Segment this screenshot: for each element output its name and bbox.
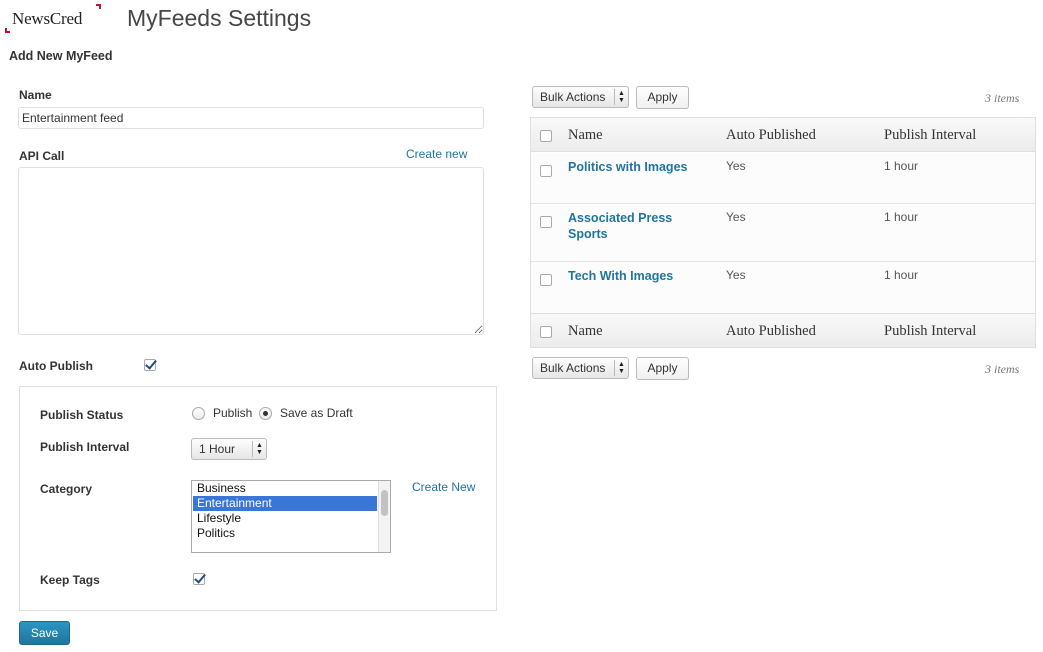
logo-text: NewsCred: [12, 9, 83, 28]
publish-interval-label: Publish Interval: [40, 440, 130, 454]
table-footer: Name Auto Published Publish Interval: [531, 313, 1035, 347]
apply-button-top[interactable]: Apply: [636, 86, 689, 109]
section-title: Add New MyFeed: [9, 49, 113, 63]
save-as-draft-label: Save as Draft: [280, 406, 353, 420]
items-count-bottom: 3 items: [985, 362, 1020, 376]
auto-published-value: Yes: [726, 268, 746, 282]
api-call-label: API Call: [19, 149, 65, 163]
save-as-draft-radio[interactable]: [259, 407, 272, 420]
table-header: Name Auto Published Publish Interval: [531, 118, 1035, 152]
publish-radio[interactable]: [192, 407, 205, 420]
select-all-checkbox[interactable]: [540, 130, 552, 142]
keep-tags-label: Keep Tags: [40, 573, 100, 587]
api-create-new-link[interactable]: Create new: [406, 147, 467, 161]
column-header-publish-interval[interactable]: Publish Interval: [884, 127, 976, 144]
publish-interval-value: 1 hour: [884, 210, 919, 224]
publish-interval-value: 1 Hour: [199, 442, 236, 456]
table-row: Associated Press Sports Yes 1 hour: [531, 204, 1035, 262]
row-checkbox[interactable]: [540, 216, 552, 228]
listbox-scrollbar[interactable]: [378, 481, 390, 552]
category-listbox[interactable]: Business Entertainment Lifestyle Politic…: [191, 480, 391, 553]
scrollbar-thumb[interactable]: [381, 490, 388, 516]
column-footer-publish-interval[interactable]: Publish Interval: [884, 323, 976, 340]
feed-name-link[interactable]: Politics with Images: [568, 159, 718, 175]
category-option-lifestyle[interactable]: Lifestyle: [193, 511, 377, 526]
select-arrows-icon: ▲ ▼: [252, 441, 266, 457]
select-all-checkbox-footer[interactable]: [540, 326, 552, 338]
newscred-logo: NewsCred: [5, 4, 105, 34]
auto-publish-checkbox[interactable]: [144, 359, 156, 371]
publish-status-label: Publish Status: [40, 408, 124, 422]
category-option-business[interactable]: Business: [193, 481, 377, 496]
auto-published-value: Yes: [726, 210, 746, 224]
row-checkbox[interactable]: [540, 165, 552, 177]
select-arrows-icon: ▲ ▼: [614, 360, 628, 376]
publish-interval-value: 1 hour: [884, 268, 919, 282]
feed-name-link[interactable]: Tech With Images: [568, 268, 718, 284]
feed-name-link[interactable]: Associated Press Sports: [568, 210, 688, 242]
bulk-actions-label: Bulk Actions: [540, 361, 606, 375]
category-option-entertainment[interactable]: Entertainment: [193, 496, 377, 511]
table-row: Tech With Images Yes 1 hour: [531, 262, 1035, 313]
select-arrows-icon: ▲ ▼: [614, 89, 628, 105]
bulk-actions-label: Bulk Actions: [540, 90, 606, 104]
feeds-table: Name Auto Published Publish Interval Pol…: [530, 117, 1036, 348]
auto-publish-label: Auto Publish: [19, 359, 93, 373]
name-label: Name: [19, 88, 52, 102]
publish-radio-label: Publish: [213, 406, 253, 420]
items-count-top: 3 items: [985, 91, 1020, 105]
logo-corner-mark: [96, 4, 101, 9]
bulk-actions-select-top[interactable]: Bulk Actions ▲ ▼: [532, 86, 629, 108]
category-label: Category: [40, 482, 93, 496]
bulk-actions-select-bottom[interactable]: Bulk Actions ▲ ▼: [532, 357, 629, 379]
column-footer-auto-published[interactable]: Auto Published: [726, 323, 816, 340]
logo-corner-mark: [5, 28, 10, 33]
save-button[interactable]: Save: [19, 621, 70, 645]
auto-published-value: Yes: [726, 159, 746, 173]
publish-interval-value: 1 hour: [884, 159, 919, 173]
category-option-politics[interactable]: Politics: [193, 526, 377, 541]
column-header-auto-published[interactable]: Auto Published: [726, 127, 816, 144]
column-footer-name[interactable]: Name: [568, 323, 603, 340]
keep-tags-checkbox[interactable]: [193, 573, 205, 585]
api-call-textarea[interactable]: [18, 167, 484, 335]
column-header-name[interactable]: Name: [568, 127, 603, 144]
name-input[interactable]: [18, 107, 484, 129]
row-checkbox[interactable]: [540, 274, 552, 286]
apply-button-bottom[interactable]: Apply: [636, 357, 689, 380]
page-title: MyFeeds Settings: [127, 5, 312, 31]
category-create-new-link[interactable]: Create New: [412, 480, 475, 494]
publish-interval-select[interactable]: 1 Hour ▲ ▼: [191, 438, 267, 460]
table-row: Politics with Images Yes 1 hour: [531, 153, 1035, 204]
